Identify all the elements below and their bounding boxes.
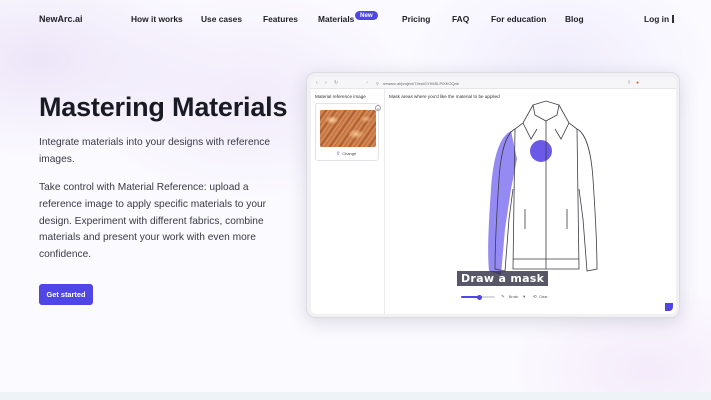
reload-icon: ↻: [334, 80, 339, 86]
share-icon: ⇪: [627, 80, 632, 86]
panel-divider: [384, 89, 385, 314]
hero-description: Take control with Material Reference: up…: [39, 182, 267, 261]
login-label: Log in: [644, 14, 670, 24]
nav-blog[interactable]: Blog: [565, 14, 584, 24]
mask-toolbar: ✎ Brush ▾ ⟲ Clear: [461, 293, 601, 301]
brush-icon[interactable]: ✎: [501, 294, 505, 300]
change-label: Change: [342, 151, 357, 156]
forward-icon: ›: [325, 80, 327, 86]
frame-corner-accent: [665, 303, 673, 311]
demo-device-frame: ‹ › ↻ ▫ ⚲ newarc.ai/project/7/ieuiGYK6SL…: [306, 72, 680, 318]
clear-icon[interactable]: ⟲: [533, 294, 537, 300]
draw-mask-caption: Draw a mask: [457, 271, 549, 286]
material-reference-image: [320, 110, 376, 147]
login-link[interactable]: Log in: [644, 14, 675, 24]
address-bar: newarc.ai/project/7/ieuiGYK6SLPlXKOQnk: [383, 80, 459, 86]
mask-blob: [530, 140, 552, 162]
tab-icon: ▫: [366, 80, 368, 86]
change-button: ⇧ Change: [336, 151, 356, 157]
nav-use-cases[interactable]: Use cases: [201, 14, 242, 24]
extension-icon: ●: [636, 80, 640, 86]
logo[interactable]: NewArc.ai: [39, 14, 83, 24]
clear-label[interactable]: Clear: [539, 295, 548, 299]
nav-features[interactable]: Features: [263, 14, 298, 24]
close-icon: ×: [375, 105, 381, 111]
upload-icon: ⇧: [336, 151, 341, 157]
page-title: Mastering Materials: [39, 92, 288, 122]
nav-for-education[interactable]: For education: [491, 14, 546, 24]
bottom-section-edge: [0, 392, 711, 400]
demo-screen: ‹ › ↻ ▫ ⚲ newarc.ai/project/7/ieuiGYK6SL…: [311, 77, 676, 314]
browser-bar: ‹ › ↻ ▫ ⚲ newarc.ai/project/7/ieuiGYK6SL…: [311, 77, 676, 89]
brush-label[interactable]: Brush: [509, 295, 518, 299]
back-icon: ‹: [316, 80, 318, 86]
nav-faq[interactable]: FAQ: [452, 14, 469, 24]
new-badge: New: [355, 11, 378, 20]
reference-image-card: × ⇧ Change: [315, 103, 381, 161]
brush-size-handle[interactable]: [477, 294, 483, 300]
hero-subtitle: Integrate materials into your designs wi…: [39, 137, 271, 165]
jacket-sketch: [488, 100, 598, 275]
site-info-icon: ⚲: [376, 80, 379, 86]
chevron-down-icon[interactable]: ▾: [523, 294, 525, 300]
get-started-button[interactable]: Get started: [39, 284, 93, 305]
material-reference-label: Material reference image: [315, 94, 366, 99]
brush-size-slider[interactable]: [461, 294, 495, 300]
nav-materials[interactable]: Materials: [318, 14, 354, 24]
nav-pricing[interactable]: Pricing: [402, 14, 430, 24]
nav-how-it-works[interactable]: How it works: [131, 14, 183, 24]
text-cursor-icon: [672, 15, 675, 23]
top-nav: NewArc.ai How it works Use cases Feature…: [0, 0, 711, 38]
